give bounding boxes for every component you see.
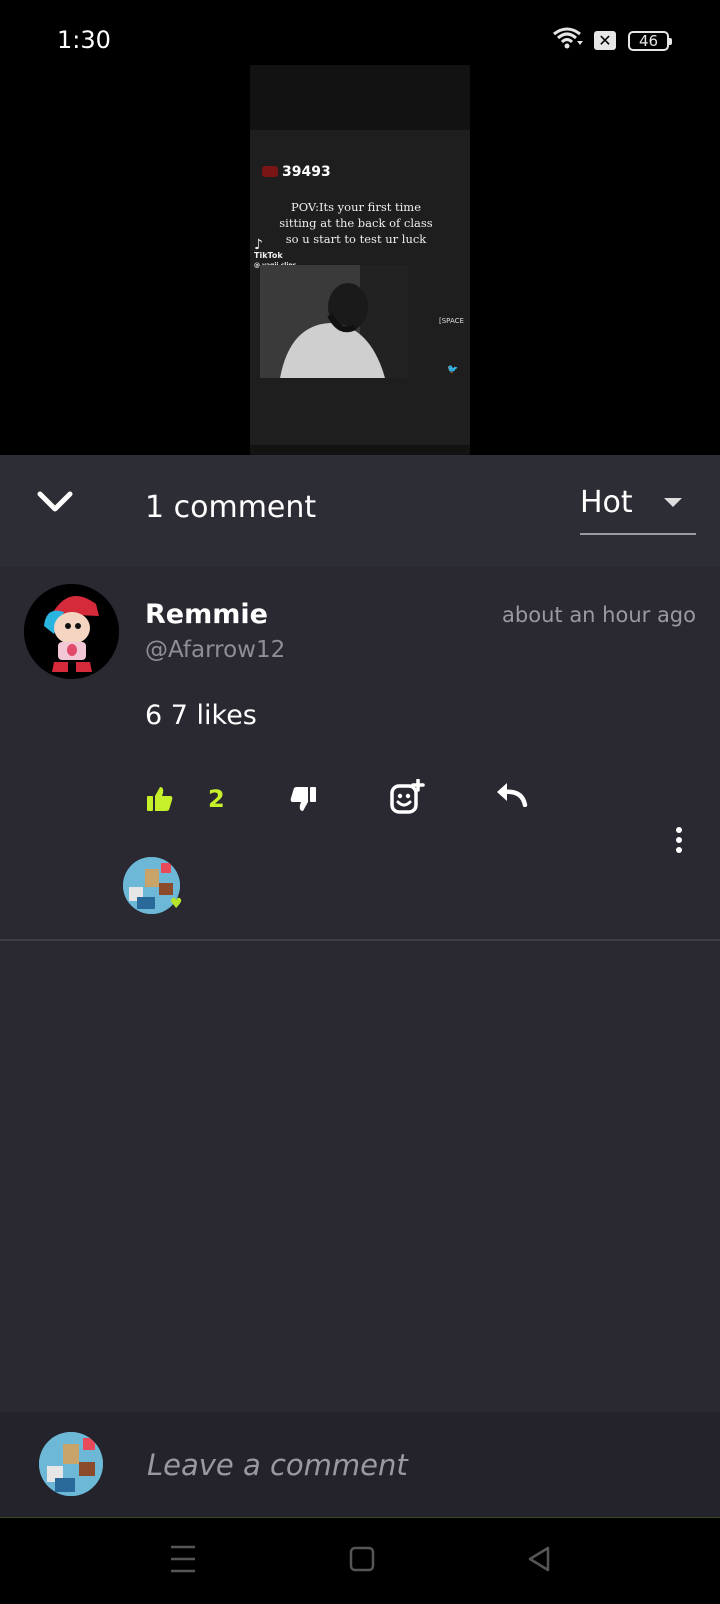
comment-list: Remmie @Afarrow12 about an hour ago 6 7 … <box>0 567 720 1412</box>
comment-input[interactable] <box>145 1442 689 1488</box>
system-nav-bar <box>0 1518 720 1604</box>
collapse-chevron-icon[interactable] <box>36 488 74 516</box>
heart-icon: ♥ <box>170 896 183 912</box>
twitter-icon: 🐦 <box>447 365 459 375</box>
video-player[interactable]: 39493 POV:Its your first time sitting at… <box>250 65 470 455</box>
menu-icon[interactable] <box>170 1545 196 1573</box>
current-user-avatar <box>39 1432 103 1496</box>
video-still-image <box>260 265 408 378</box>
wifi-icon <box>553 27 583 49</box>
avatar[interactable] <box>24 584 119 679</box>
more-options-icon[interactable] <box>676 827 684 857</box>
status-time: 1:30 <box>57 26 111 54</box>
add-reaction-button[interactable] <box>389 779 425 815</box>
video-corner-text: [SPACE <box>439 317 464 325</box>
youtube-icon <box>262 166 278 177</box>
sort-dropdown[interactable]: Hot <box>580 475 696 535</box>
like-button[interactable] <box>146 785 174 813</box>
sort-value: Hot <box>580 485 633 520</box>
home-icon[interactable] <box>349 1545 375 1573</box>
comment-author[interactable]: Remmie <box>145 599 268 630</box>
comment-text: 6 7 likes <box>145 700 257 731</box>
reply-button[interactable] <box>494 781 528 807</box>
battery-icon: 46 <box>628 31 672 51</box>
comment-count: 1 comment <box>145 490 317 525</box>
comment-composer <box>0 1412 720 1518</box>
comments-header: 1 comment Hot <box>0 455 720 567</box>
like-count: 2 <box>208 785 225 813</box>
close-notification-icon: ✕ <box>594 31 616 50</box>
chevron-down-icon <box>664 498 682 507</box>
video-caption: POV:Its your first time sitting at the b… <box>279 200 433 246</box>
back-icon[interactable] <box>526 1545 552 1573</box>
dislike-button[interactable] <box>289 785 317 813</box>
comment-handle[interactable]: @Afarrow12 <box>145 637 285 663</box>
comment-timestamp: about an hour ago <box>502 603 696 627</box>
status-bar: 1:30 ✕ 46 <box>0 0 720 70</box>
view-count: 39493 <box>262 164 331 180</box>
divider <box>0 939 720 941</box>
